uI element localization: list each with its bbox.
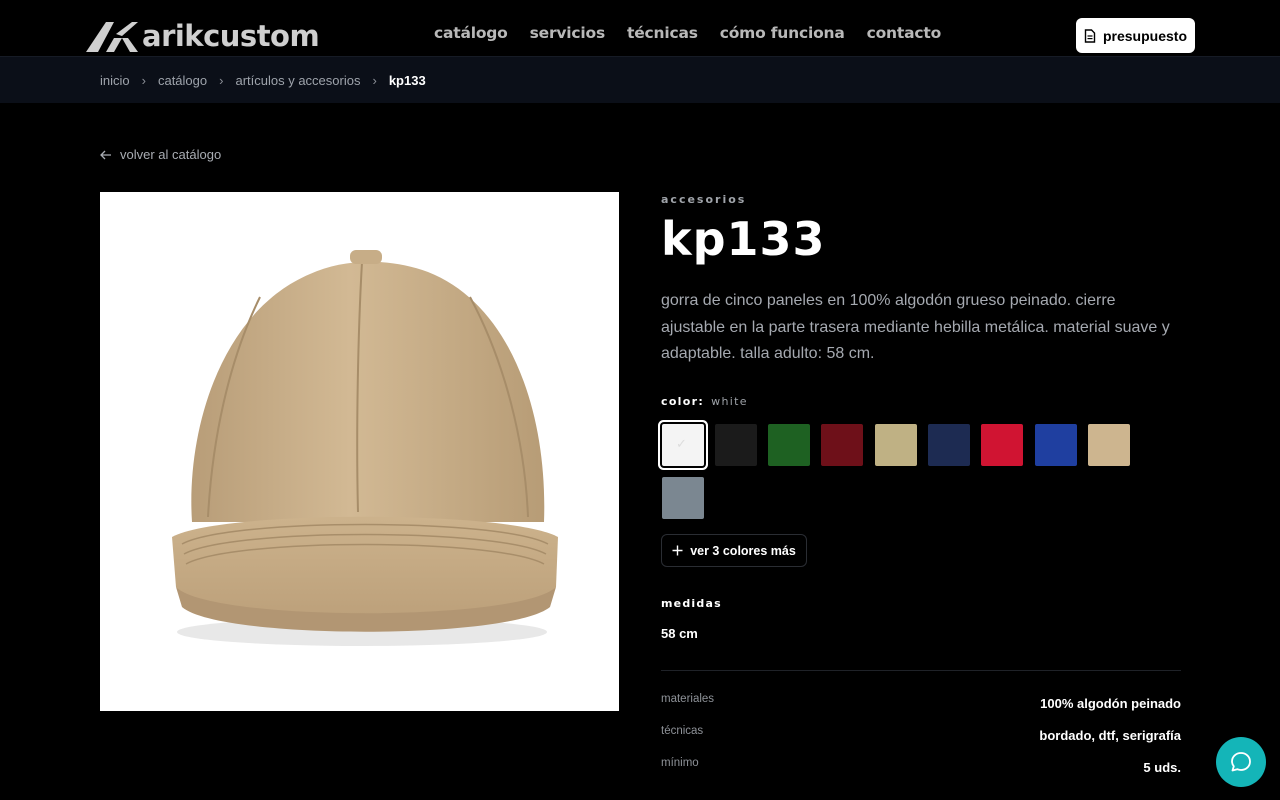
- arrow-left-icon: [100, 150, 111, 159]
- nav-servicios[interactable]: servicios: [530, 24, 606, 42]
- color-swatch[interactable]: ✓: [662, 424, 704, 466]
- spec-value: 100% algodón peinado: [1040, 696, 1181, 711]
- back-to-catalog-link[interactable]: volver al catálogo: [100, 147, 221, 162]
- color-swatch[interactable]: [928, 424, 970, 466]
- chat-bubble-icon: [1231, 752, 1251, 772]
- back-link-label: volver al catálogo: [120, 147, 222, 162]
- color-swatch[interactable]: [662, 477, 704, 519]
- document-icon: [1084, 28, 1096, 43]
- chevron-right-icon: ›: [219, 73, 224, 88]
- product-category: accesorios: [661, 193, 747, 206]
- color-swatch[interactable]: [1035, 424, 1077, 466]
- color-swatch[interactable]: [981, 424, 1023, 466]
- spec-value: 5 uds.: [1143, 760, 1181, 775]
- color-swatch[interactable]: [1088, 424, 1130, 466]
- color-swatch[interactable]: [875, 424, 917, 466]
- breadcrumb-bar: inicio › catálogo › artículos y accesori…: [0, 56, 1280, 103]
- color-swatch[interactable]: [821, 424, 863, 466]
- color-swatch[interactable]: [768, 424, 810, 466]
- plus-icon: [672, 545, 683, 556]
- cap-illustration: [172, 250, 558, 646]
- more-colors-label: ver 3 colores más: [690, 543, 796, 558]
- color-label-text: color:: [661, 395, 705, 408]
- breadcrumb: inicio › catálogo › artículos y accesori…: [100, 73, 426, 88]
- spec-label: técnicas: [661, 725, 704, 737]
- breadcrumb-current: kp133: [388, 73, 426, 88]
- product-image: [100, 192, 619, 711]
- spec-row-tecnicas: técnicas bordado, dtf, serigrafía: [661, 725, 1181, 743]
- product-info: accesorios kp133 gorra de cinco paneles …: [661, 192, 1181, 775]
- chevron-right-icon: ›: [141, 73, 146, 88]
- chat-button[interactable]: [1216, 737, 1266, 787]
- quote-button[interactable]: presupuesto: [1076, 18, 1195, 53]
- logo[interactable]: arikcustom: [86, 18, 320, 54]
- color-swatch[interactable]: [715, 424, 757, 466]
- logo-icon: [86, 22, 138, 52]
- spec-value: bordado, dtf, serigrafía: [1039, 728, 1181, 743]
- spec-row-minimo: mínimo 5 uds.: [661, 757, 1181, 775]
- nav-tecnicas[interactable]: técnicas: [627, 24, 698, 42]
- spec-label: materiales: [661, 693, 715, 705]
- measures-label: medidas: [661, 597, 722, 610]
- nav-catalogo[interactable]: catálogo: [434, 24, 508, 42]
- divider: [661, 670, 1181, 671]
- measures-value: 58 cm: [661, 626, 698, 641]
- selected-color-value: white: [711, 395, 748, 408]
- breadcrumb-item-articulos[interactable]: artículos y accesorios: [235, 73, 360, 88]
- more-colors-button[interactable]: ver 3 colores más: [661, 534, 807, 567]
- site-header: arikcustom catálogo servicios técnicas c…: [0, 0, 1280, 56]
- breadcrumb-item-catalogo[interactable]: catálogo: [158, 73, 207, 88]
- check-icon: ✓: [676, 436, 687, 451]
- spec-label: mínimo: [661, 757, 699, 769]
- spec-row-materiales: materiales 100% algodón peinado: [661, 693, 1181, 711]
- quote-button-label: presupuesto: [1102, 27, 1187, 44]
- main-nav: catálogo servicios técnicas cómo funcion…: [434, 24, 941, 42]
- nav-contacto[interactable]: contacto: [867, 24, 942, 42]
- chevron-right-icon: ›: [372, 73, 377, 88]
- breadcrumb-item-inicio[interactable]: inicio: [100, 73, 130, 88]
- nav-como-funciona[interactable]: cómo funciona: [720, 24, 845, 42]
- logo-text: arikcustom: [142, 19, 320, 53]
- color-label: color: white: [661, 395, 748, 408]
- product-title: kp133: [661, 212, 826, 266]
- product-description: gorra de cinco paneles en 100% algodón g…: [661, 292, 1170, 362]
